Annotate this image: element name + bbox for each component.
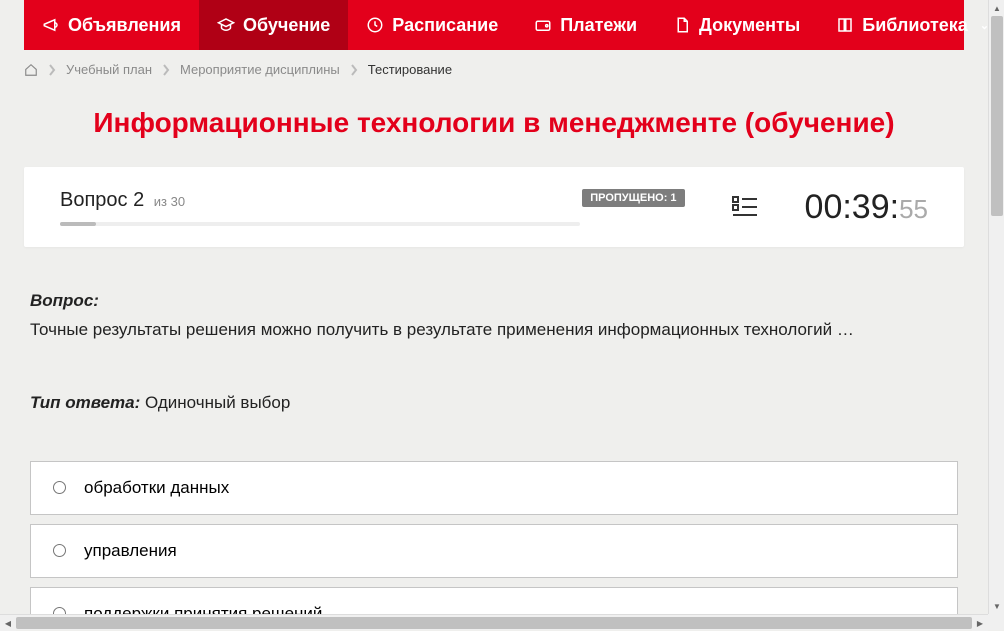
list-icon [731,193,759,221]
chevron-right-icon [162,64,170,76]
nav-label: Платежи [560,15,637,36]
nav-learning[interactable]: Обучение [199,0,348,50]
scroll-thumb[interactable] [16,617,972,629]
skipped-badge: ПРОПУЩЕНО: 1 [582,189,684,207]
chevron-down-icon: ⌄ [980,19,988,32]
answer-type-value: Одиночный выбор [145,393,290,412]
breadcrumb-current: Тестирование [368,62,452,77]
breadcrumb-link[interactable]: Мероприятие дисциплины [180,62,340,77]
question-text: Точные результаты решения можно получить… [30,317,958,343]
timer: 00:39:55 [805,188,928,227]
answer-type-label: Тип ответа: [30,393,140,412]
option-item[interactable]: управления [30,524,958,578]
chevron-right-icon [350,64,358,76]
scroll-thumb[interactable] [991,16,1003,216]
option-item[interactable]: поддержки принятия решений [30,587,958,615]
question-section: Вопрос: Точные результаты решения можно … [24,247,964,413]
question-prefix: Вопрос [60,189,128,211]
scroll-right-icon[interactable]: ▶ [972,615,988,631]
option-radio[interactable] [53,544,66,557]
question-counter: Вопрос 2 из 30 [60,189,185,211]
document-icon [673,16,691,34]
nav-label: Объявления [68,15,181,36]
option-text: обработки данных [84,478,229,498]
answer-type: Тип ответа: Одиночный выбор [30,393,958,413]
option-text: поддержки принятия решений [84,604,322,615]
nav-label: Библиотека [862,15,968,36]
question-label: Вопрос: [30,291,958,311]
horizontal-scrollbar[interactable]: ◀ ▶ [0,614,988,630]
chevron-right-icon [48,64,56,76]
option-text: управления [84,541,177,561]
nav-payments[interactable]: Платежи [516,0,655,50]
scroll-down-icon[interactable]: ▼ [989,598,1004,614]
nav-label: Обучение [243,15,330,36]
options-list: обработки данных управления поддержки пр… [24,413,964,615]
progress-fill [60,222,96,226]
option-radio[interactable] [53,481,66,494]
timer-seconds: 55 [899,194,928,224]
main-nav: Объявления Обучение Расписание Платежи Д… [24,0,964,50]
timer-main: 00:39: [805,188,900,226]
question-list-button[interactable] [685,193,805,221]
clock-icon [366,16,384,34]
status-bar: Вопрос 2 из 30 ПРОПУЩЕНО: 1 [24,167,964,247]
scroll-left-icon[interactable]: ◀ [0,615,16,631]
question-total: из 30 [154,194,185,209]
nav-label: Документы [699,15,800,36]
nav-announcements[interactable]: Объявления [24,0,199,50]
nav-documents[interactable]: Документы [655,0,818,50]
progress-bar [60,222,580,226]
vertical-scrollbar[interactable]: ▲ ▼ [988,0,1004,614]
page-title: Информационные технологии в менеджменте … [24,89,964,167]
home-icon[interactable] [24,63,38,77]
option-radio[interactable] [53,607,66,614]
breadcrumb: Учебный план Мероприятие дисциплины Тест… [24,50,964,89]
book-icon [836,16,854,34]
breadcrumb-link[interactable]: Учебный план [66,62,152,77]
scroll-corner [988,614,1004,630]
option-item[interactable]: обработки данных [30,461,958,515]
nav-label: Расписание [392,15,498,36]
wallet-icon [534,16,552,34]
graduation-icon [217,16,235,34]
megaphone-icon [42,16,60,34]
nav-schedule[interactable]: Расписание [348,0,516,50]
question-number: 2 [133,189,144,211]
scroll-up-icon[interactable]: ▲ [989,0,1004,16]
nav-library[interactable]: Библиотека ⌄ [818,0,988,50]
